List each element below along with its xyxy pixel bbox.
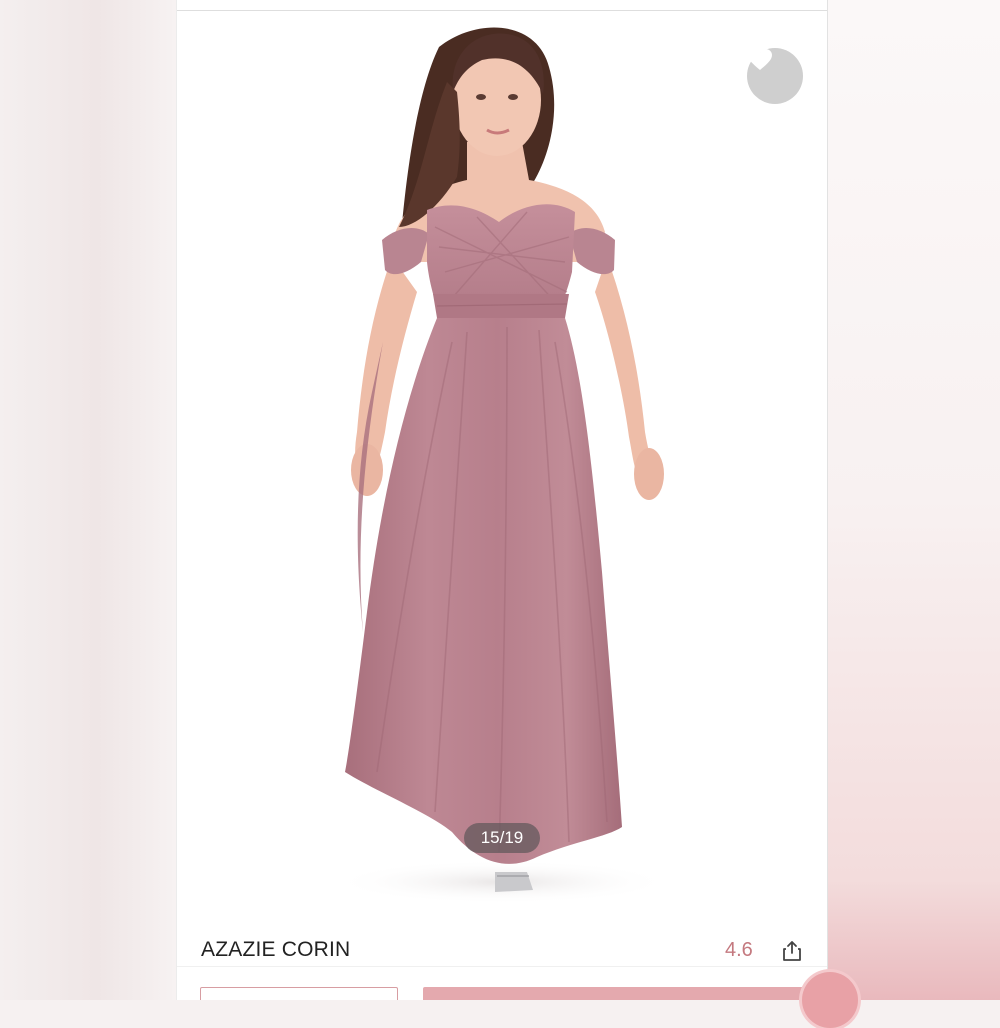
bottom-action-bar: [177, 966, 827, 1000]
chat-button[interactable]: [802, 972, 858, 1028]
product-image[interactable]: 15/19: [177, 12, 827, 927]
share-icon[interactable]: [781, 940, 803, 962]
favorite-button[interactable]: [747, 48, 803, 104]
image-counter: 15/19: [464, 823, 540, 853]
background-right: [826, 0, 1000, 1000]
product-name: AZAZIE CORIN: [201, 938, 351, 961]
primary-action-button[interactable]: [423, 987, 809, 1000]
model-illustration: [332, 27, 672, 904]
heart-icon: [748, 49, 772, 70]
product-rating: 4.6: [725, 939, 753, 961]
product-card: 15/19 AZAZIE CORIN 4.6: [176, 0, 828, 1000]
secondary-action-button[interactable]: [200, 987, 398, 1000]
top-divider: [177, 10, 827, 11]
background-left: [0, 0, 176, 1000]
